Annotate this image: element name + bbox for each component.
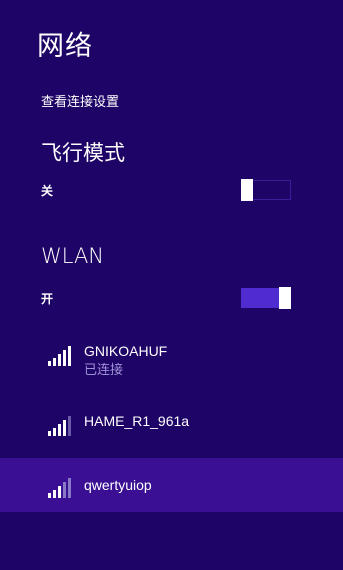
network-item-qwertyuiop[interactable]: qwertyuiop (0, 458, 343, 512)
network-flyout: 网络 查看连接设置 飞行模式 关 WLAN 开 GNIKOAHUF 已连接 HA… (0, 0, 343, 570)
toggle-thumb[interactable] (279, 287, 291, 309)
airplane-mode-state-label: 关 (41, 184, 54, 198)
network-item-gnikoahuf[interactable]: GNIKOAHUF 已连接 (0, 330, 343, 388)
airplane-mode-title: 飞行模式 (41, 141, 125, 165)
network-name: GNIKOAHUF (84, 343, 168, 359)
wifi-signal-icon (48, 346, 71, 366)
network-item-hame-r1-961a[interactable]: HAME_R1_961a (0, 400, 343, 450)
wifi-signal-icon (48, 416, 71, 436)
wlan-state-label: 开 (41, 292, 54, 306)
network-status: 已连接 (84, 363, 124, 378)
wlan-toggle[interactable] (241, 287, 291, 309)
wifi-signal-icon (48, 478, 71, 498)
page-title: 网络 (37, 31, 93, 62)
wlan-title: WLAN (41, 244, 105, 268)
network-name: qwertyuiop (84, 477, 152, 493)
airplane-mode-toggle[interactable] (241, 179, 291, 201)
toggle-thumb[interactable] (241, 179, 253, 201)
view-connection-settings-link[interactable]: 查看连接设置 (41, 94, 119, 112)
network-name: HAME_R1_961a (84, 413, 190, 429)
